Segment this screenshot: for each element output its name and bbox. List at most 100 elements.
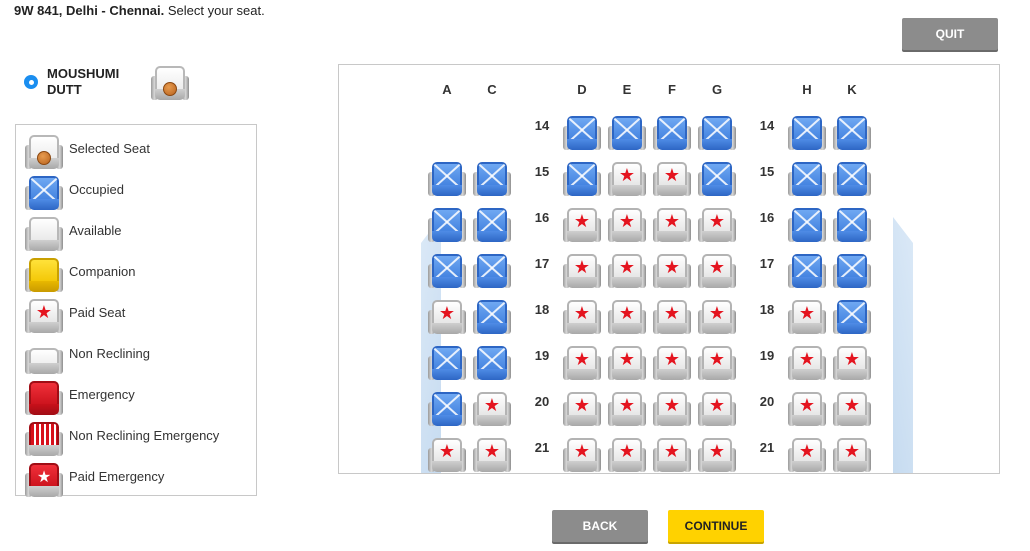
legend-label: Paid Seat [69,305,126,320]
available-seat-icon [24,215,64,255]
seat-20f-paid[interactable]: ★ [652,390,692,430]
back-button[interactable]: BACK [552,510,648,542]
seat-21e-paid[interactable]: ★ [607,436,647,473]
fuselage-right-wall [893,217,913,473]
passenger-name: MOUSHUMI DUTT [47,66,120,97]
seat-17h-occupied [787,252,827,292]
row-number-20-right: 20 [759,394,775,409]
legend-label: Companion [69,264,136,279]
seat-21c-paid[interactable]: ★ [472,436,512,473]
flight-header: 9W 841, Delhi - Chennai. Select your sea… [14,3,265,18]
seat-20g-paid[interactable]: ★ [697,390,737,430]
legend-item-paid: ★ Paid Seat [22,297,252,333]
seat-15e-paid[interactable]: ★ [607,160,647,200]
seat-17d-paid[interactable]: ★ [562,252,602,292]
seat-15f-paid[interactable]: ★ [652,160,692,200]
seat-instruction: Select your seat. [164,3,265,18]
seat-19k-paid[interactable]: ★ [832,344,872,384]
emergency-seat-icon [24,379,64,419]
legend-item-emergency: Emergency [22,379,252,415]
nr-emergency-seat-icon [24,420,64,460]
seat-18k-occupied [832,298,872,338]
legend-label: Non Reclining Emergency [69,428,220,443]
companion-seat-icon [24,256,64,296]
seat-21a-paid[interactable]: ★ [427,436,467,473]
seat-21k-paid[interactable]: ★ [832,436,872,473]
seat-21g-paid[interactable]: ★ [697,436,737,473]
seat-17e-paid[interactable]: ★ [607,252,647,292]
seat-18c-occupied [472,298,512,338]
seat-17c-occupied [472,252,512,292]
seat-15c-occupied [472,160,512,200]
seat-14k-occupied [832,114,872,154]
seat-19d-paid[interactable]: ★ [562,344,602,384]
legend-item-paid-emergency: ★ Paid Emergency [22,461,252,497]
seat-20e-paid[interactable]: ★ [607,390,647,430]
seat-20d-paid[interactable]: ★ [562,390,602,430]
seat-19g-paid[interactable]: ★ [697,344,737,384]
row-number-14-left: 14 [534,118,550,133]
seat-20c-paid[interactable]: ★ [472,390,512,430]
legend-label: Occupied [69,182,124,197]
column-label-e: E [622,82,632,97]
seat-16e-paid[interactable]: ★ [607,206,647,246]
paid-seat-icon: ★ [24,297,64,337]
column-label-c: C [487,82,497,97]
row-number-15-right: 15 [759,164,775,179]
seat-15d-occupied [562,160,602,200]
seat-16c-occupied [472,206,512,246]
passenger-seat-icon [150,64,190,104]
seat-19e-paid[interactable]: ★ [607,344,647,384]
seat-19f-paid[interactable]: ★ [652,344,692,384]
quit-button[interactable]: QUIT [902,18,998,50]
row-number-16-left: 16 [534,210,550,225]
seat-21f-paid[interactable]: ★ [652,436,692,473]
seat-15k-occupied [832,160,872,200]
row-number-21-left: 21 [534,440,550,455]
seat-19h-paid[interactable]: ★ [787,344,827,384]
continue-button[interactable]: CONTINUE [668,510,764,542]
seat-16h-occupied [787,206,827,246]
seat-18d-paid[interactable]: ★ [562,298,602,338]
seat-19c-occupied [472,344,512,384]
seat-18h-paid[interactable]: ★ [787,298,827,338]
seat-16a-occupied [427,206,467,246]
row-number-19-right: 19 [759,348,775,363]
legend-item-nonrecline: Non Reclining [22,338,252,374]
passenger-selector[interactable]: MOUSHUMI DUTT [24,64,204,104]
column-label-g: G [711,82,723,97]
row-number-20-left: 20 [534,394,550,409]
seat-15g-occupied [697,160,737,200]
seat-16f-paid[interactable]: ★ [652,206,692,246]
seat-21h-paid[interactable]: ★ [787,436,827,473]
passenger-radio[interactable] [24,75,38,89]
legend-label: Available [69,223,122,238]
paid-emergency-seat-icon: ★ [24,461,64,501]
row-number-21-right: 21 [759,440,775,455]
seat-legend: Selected Seat Occupied Available Companion ★… [15,124,257,497]
seat-18e-paid[interactable]: ★ [607,298,647,338]
seat-16d-paid[interactable]: ★ [562,206,602,246]
row-number-17-right: 17 [759,256,775,271]
selected-seat-icon [24,133,64,173]
seat-17g-paid[interactable]: ★ [697,252,737,292]
seat-18a-paid[interactable]: ★ [427,298,467,338]
seat-21d-paid[interactable]: ★ [562,436,602,473]
legend-item-selected: Selected Seat [22,133,252,169]
column-label-f: F [668,82,676,97]
row-number-14-right: 14 [759,118,775,133]
seat-14h-occupied [787,114,827,154]
column-label-h: H [802,82,812,97]
seat-18f-paid[interactable]: ★ [652,298,692,338]
legend-item-occupied: Occupied [22,174,252,210]
row-number-16-right: 16 [759,210,775,225]
seat-18g-paid[interactable]: ★ [697,298,737,338]
legend-item-nr-emergency: Non Reclining Emergency [22,420,252,456]
seat-20k-paid[interactable]: ★ [832,390,872,430]
seat-20h-paid[interactable]: ★ [787,390,827,430]
seat-17f-paid[interactable]: ★ [652,252,692,292]
seat-16g-paid[interactable]: ★ [697,206,737,246]
column-label-d: D [577,82,587,97]
legend-item-available: Available [22,215,252,251]
seat-14f-occupied [652,114,692,154]
